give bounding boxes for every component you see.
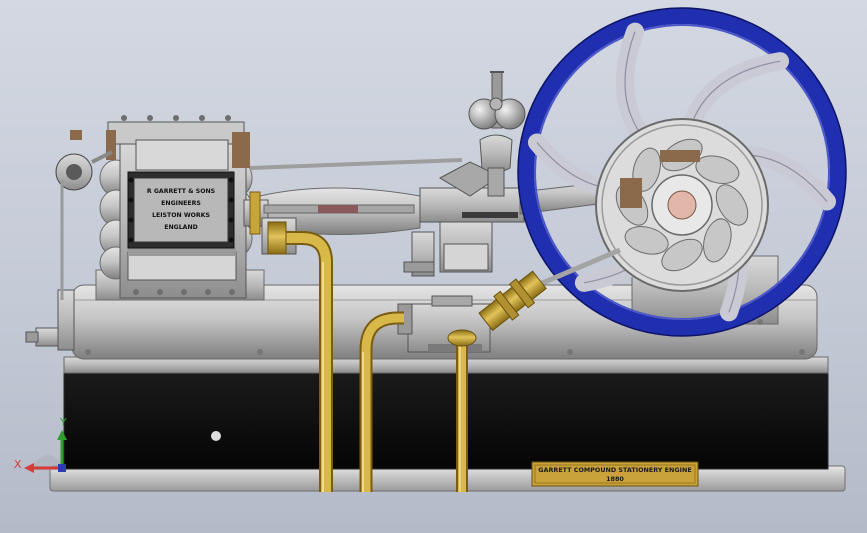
feed-pump bbox=[397, 295, 491, 353]
x-axis-label: X bbox=[14, 458, 22, 471]
nameplate-line-4: ENGLAND bbox=[164, 224, 198, 231]
plinth bbox=[49, 465, 846, 492]
drain-valve bbox=[25, 289, 75, 351]
nameplate-line-1: R GARRETT & SONS bbox=[147, 188, 215, 195]
makers-nameplate: R GARRETT & SONS ENGINEERS LEISTON WORKS… bbox=[127, 171, 235, 249]
cad-viewport[interactable]: R GARRETT & SONS ENGINEERS LEISTON WORKS… bbox=[0, 0, 867, 533]
coordinate-triad[interactable]: Y X bbox=[14, 416, 67, 473]
base-dowel bbox=[211, 431, 221, 441]
y-axis-label: Y bbox=[59, 416, 67, 429]
engine-model-view[interactable]: R GARRETT & SONS ENGINEERS LEISTON WORKS… bbox=[0, 0, 867, 533]
base-block bbox=[63, 370, 829, 470]
plaque-year: 1880 bbox=[606, 475, 624, 483]
nameplate-line-3: LEISTON WORKS bbox=[152, 212, 210, 219]
nameplate-line-2: ENGINEERS bbox=[161, 200, 201, 207]
plaque-title: GARRETT COMPOUND STATIONERY ENGINE bbox=[538, 466, 691, 474]
engine-title-plaque: GARRETT COMPOUND STATIONERY ENGINE 1880 bbox=[531, 461, 699, 487]
base-assembly bbox=[49, 356, 846, 492]
